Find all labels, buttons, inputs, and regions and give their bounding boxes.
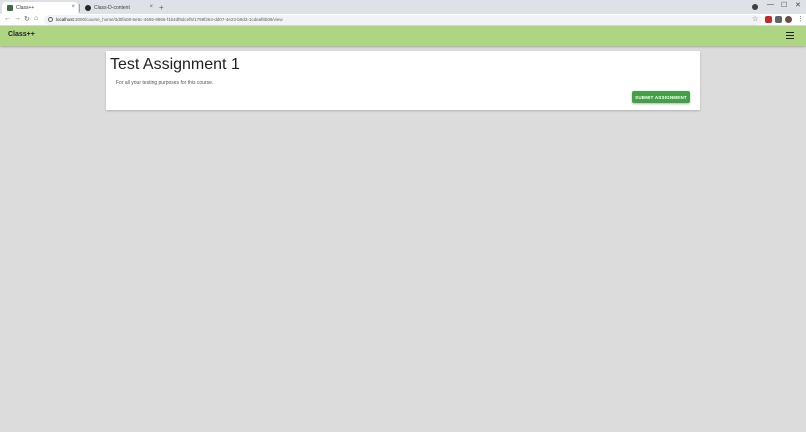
close-window-button[interactable]: ✕ <box>795 1 801 9</box>
assignment-title: Test Assignment 1 <box>110 56 240 73</box>
menu-dots-icon[interactable]: ⋮ <box>797 15 804 23</box>
reload-icon[interactable]: ↻ <box>24 15 30 23</box>
site-info-icon[interactable] <box>48 17 53 22</box>
bookmark-star-icon[interactable]: ☆ <box>752 15 758 23</box>
tab-title: Class++ <box>16 5 35 11</box>
address-bar[interactable]: localhost:3000/course_home/3d0fa08-5e5c-… <box>44 15 762 25</box>
browser-toolbar: ← → ↻ ⌂ localhost:3000/course_home/3d0fa… <box>0 14 806 26</box>
url-host: localhost <box>56 17 74 22</box>
home-icon[interactable]: ⌂ <box>34 15 38 22</box>
extension-icon[interactable] <box>765 16 772 23</box>
profile-avatar[interactable] <box>785 16 792 23</box>
account-circle-icon[interactable] <box>752 4 758 10</box>
maximize-button[interactable]: ☐ <box>781 1 787 9</box>
app-brand[interactable]: Class++ <box>8 31 35 38</box>
puzzle-extensions-icon[interactable] <box>775 16 782 23</box>
browser-tab-strip: Class++ × Class-D-content × + — ☐ ✕ <box>0 0 806 14</box>
submit-assignment-button[interactable]: SUBMIT ASSIGNMENT <box>632 91 690 103</box>
back-icon[interactable]: ← <box>4 15 11 22</box>
app-bar: Class++ <box>0 26 806 46</box>
tab-title: Class-D-content <box>94 5 130 11</box>
url-text: localhost:3000/course_home/3d0fa08-5e5c-… <box>56 16 283 24</box>
close-tab-icon[interactable]: × <box>71 4 75 10</box>
github-icon <box>85 5 91 11</box>
app-favicon-icon <box>7 5 13 11</box>
tab-github[interactable]: Class-D-content × <box>80 2 156 14</box>
new-tab-button[interactable]: + <box>159 3 164 12</box>
hamburger-menu-icon[interactable] <box>786 32 794 41</box>
assignment-card: Test Assignment 1 For all your testing p… <box>106 51 700 110</box>
minimize-button[interactable]: — <box>767 1 774 8</box>
assignment-description: For all your testing purposes for this c… <box>116 80 214 86</box>
url-path: :3000/course_home/3d0fa08-5e5c-4655-9866… <box>73 17 283 22</box>
forward-icon[interactable]: → <box>14 15 21 22</box>
close-tab-icon[interactable]: × <box>149 4 153 10</box>
tab-class-plus-plus[interactable]: Class++ × <box>2 2 78 14</box>
